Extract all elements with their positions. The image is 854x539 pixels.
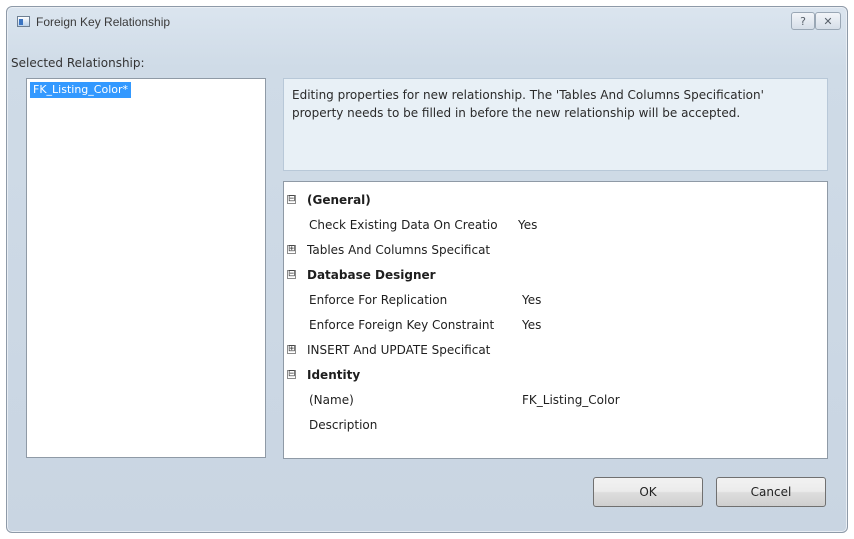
property-value[interactable]: Yes [518,213,537,237]
property-name: Description [309,418,378,432]
property-row-enforce-fk[interactable]: Enforce Foreign Key Constraint Yes [284,313,827,337]
property-row-insert-update[interactable]: ⊞ INSERT And UPDATE Specificat [284,338,827,362]
category-identity[interactable]: ⊟ Identity [284,363,827,387]
category-label: (General) [307,193,371,207]
property-grid[interactable]: ⊟ (General) Check Existing Data On Creat… [283,181,828,459]
category-database-designer[interactable]: ⊟ Database Designer [284,263,827,287]
relationship-list-item[interactable]: FK_Listing_Color* [30,82,131,98]
category-general[interactable]: ⊟ (General) [284,188,827,212]
info-message: Editing properties for new relationship.… [283,78,828,171]
window-title: Foreign Key Relationship [36,15,171,29]
property-row-check-existing[interactable]: Check Existing Data On Creatio Yes [284,213,827,237]
category-label: Database Designer [307,268,436,282]
category-label: Identity [307,368,361,382]
expand-icon[interactable]: ⊞ [287,345,296,354]
property-row-description[interactable]: Description [284,413,827,437]
property-row-name[interactable]: (Name) FK_Listing_Color [284,388,827,412]
property-value[interactable]: Yes [522,313,541,337]
property-value[interactable]: FK_Listing_Color [522,388,620,412]
collapse-icon[interactable]: ⊟ [287,270,296,279]
close-button[interactable]: ✕ [815,12,841,30]
title-bar[interactable]: Foreign Key Relationship ? ✕ [7,7,847,37]
window-app-icon [17,16,30,27]
help-button[interactable]: ? [791,12,815,30]
expand-icon[interactable]: ⊞ [287,245,296,254]
property-value[interactable]: Yes [522,288,541,312]
selected-relationship-label: Selected Relationship: [11,56,145,70]
ok-button[interactable]: OK [593,477,703,507]
property-row-enforce-replication[interactable]: Enforce For Replication Yes [284,288,827,312]
property-name: Check Existing Data On Creatio [309,218,498,232]
collapse-icon[interactable]: ⊟ [287,195,296,204]
cancel-button[interactable]: Cancel [716,477,826,507]
property-name: Enforce For Replication [309,293,448,307]
property-name: Enforce Foreign Key Constraint [309,318,495,332]
property-name: Tables And Columns Specificat [307,243,491,257]
collapse-icon[interactable]: ⊟ [287,370,296,379]
relationship-list[interactable]: FK_Listing_Color* [26,78,266,458]
property-name: (Name) [309,393,354,407]
property-row-tables-columns[interactable]: ⊞ Tables And Columns Specificat [284,238,827,262]
property-name: INSERT And UPDATE Specificat [307,343,491,357]
